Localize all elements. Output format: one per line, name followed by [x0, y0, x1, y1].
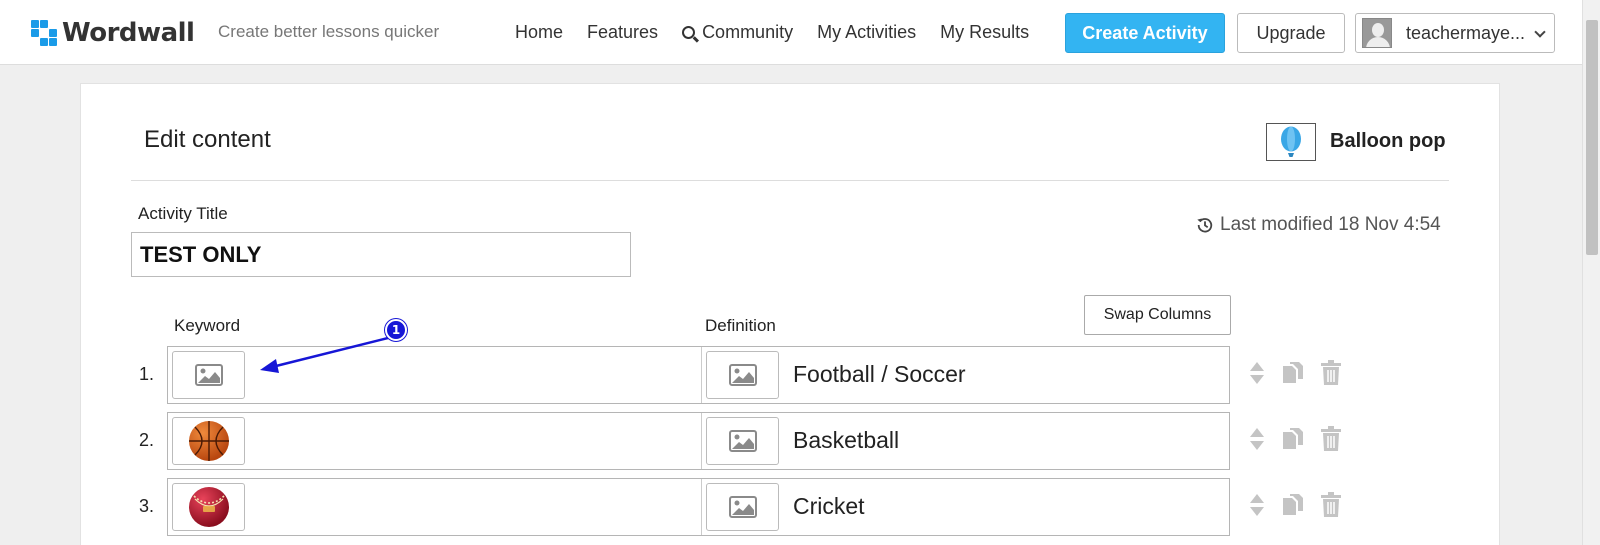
column-separator	[701, 347, 702, 403]
definition-text[interactable]: Basketball	[793, 427, 899, 454]
swap-columns-button[interactable]: Swap Columns	[1084, 295, 1231, 335]
image-placeholder-icon	[728, 364, 757, 386]
activity-title-label: Activity Title	[138, 204, 228, 223]
keyword-column-header: Keyword	[174, 316, 241, 335]
image-placeholder-icon	[728, 430, 757, 452]
template-name[interactable]: Balloon pop	[1330, 130, 1446, 153]
keyword-image-button[interactable]	[172, 417, 245, 465]
history-icon	[1197, 218, 1213, 233]
definition-text[interactable]: Football / Soccer	[793, 361, 966, 388]
user-menu[interactable]: teachermaye...	[1355, 13, 1555, 53]
nav-community-label: Community	[702, 22, 794, 42]
image-placeholder-icon	[728, 496, 757, 518]
row-number: 2.	[139, 430, 155, 450]
definition-image-button[interactable]	[706, 417, 779, 465]
cricket-ball-icon	[188, 487, 229, 527]
logo-grid-icon	[31, 20, 57, 46]
delete-icon[interactable]	[1320, 426, 1342, 452]
template-thumbnail[interactable]	[1266, 123, 1316, 161]
list-item: 2. Basketball	[81, 412, 1501, 470]
reorder-icon[interactable]	[1248, 492, 1266, 518]
last-modified-text: Last modified 18 Nov 4:54	[1220, 214, 1441, 235]
duplicate-icon[interactable]	[1280, 426, 1306, 452]
definition-text[interactable]: Cricket	[793, 493, 865, 520]
wordwall-logo[interactable]: Wordwall	[31, 18, 195, 48]
row-tools	[1248, 360, 1342, 386]
tagline: Create better lessons quicker	[218, 22, 440, 41]
edit-content-card: Edit content Balloon pop Activity Title …	[80, 83, 1500, 545]
delete-icon[interactable]	[1320, 492, 1342, 518]
row-fields: Basketball	[167, 412, 1230, 470]
row-tools	[1248, 426, 1342, 452]
brand-name: Wordwall	[62, 18, 195, 48]
search-icon	[682, 26, 696, 39]
activity-title-input[interactable]: TEST ONLY	[131, 232, 631, 277]
column-separator	[701, 479, 702, 535]
row-fields: Football / Soccer	[167, 346, 1230, 404]
main-nav: Home Features Community My Activities My…	[515, 22, 1029, 43]
create-activity-button[interactable]: Create Activity	[1065, 13, 1225, 53]
keyword-image-button[interactable]	[172, 351, 245, 399]
nav-my-results[interactable]: My Results	[940, 22, 1029, 43]
row-number: 3.	[139, 496, 155, 516]
reorder-icon[interactable]	[1248, 360, 1266, 386]
list-item: 3. Cricket	[81, 478, 1501, 536]
row-fields: Cricket	[167, 478, 1230, 536]
upgrade-button[interactable]: Upgrade	[1237, 13, 1345, 53]
nav-home[interactable]: Home	[515, 22, 563, 43]
page-title: Edit content	[144, 126, 271, 153]
scrollbar-thumb[interactable]	[1586, 20, 1598, 255]
definition-image-button[interactable]	[706, 483, 779, 531]
nav-my-activities[interactable]: My Activities	[817, 22, 916, 43]
duplicate-icon[interactable]	[1280, 360, 1306, 386]
duplicate-icon[interactable]	[1280, 492, 1306, 518]
avatar	[1362, 18, 1392, 48]
keyword-image-button[interactable]	[172, 483, 245, 531]
basketball-icon	[188, 421, 229, 461]
user-name: teachermaye...	[1406, 22, 1526, 43]
header-divider	[131, 180, 1449, 181]
list-item: 1. Football / Soccer	[81, 346, 1501, 404]
row-tools	[1248, 492, 1342, 518]
reorder-icon[interactable]	[1248, 426, 1266, 452]
page-scrollbar[interactable]	[1582, 0, 1600, 545]
nav-community[interactable]: Community	[682, 22, 793, 43]
chevron-down-icon	[1534, 26, 1546, 38]
nav-features[interactable]: Features	[587, 22, 658, 43]
balloon-icon	[1281, 126, 1301, 157]
top-navbar: Wordwall Create better lessons quicker H…	[0, 0, 1582, 65]
column-separator	[701, 413, 702, 469]
definition-column-header: Definition	[705, 316, 776, 335]
image-placeholder-icon	[194, 364, 223, 386]
row-number: 1.	[139, 364, 155, 384]
step-number-badge: 1	[385, 319, 407, 341]
definition-image-button[interactable]	[706, 351, 779, 399]
last-modified: Last modified 18 Nov 4:54	[1196, 214, 1441, 236]
delete-icon[interactable]	[1320, 360, 1342, 386]
